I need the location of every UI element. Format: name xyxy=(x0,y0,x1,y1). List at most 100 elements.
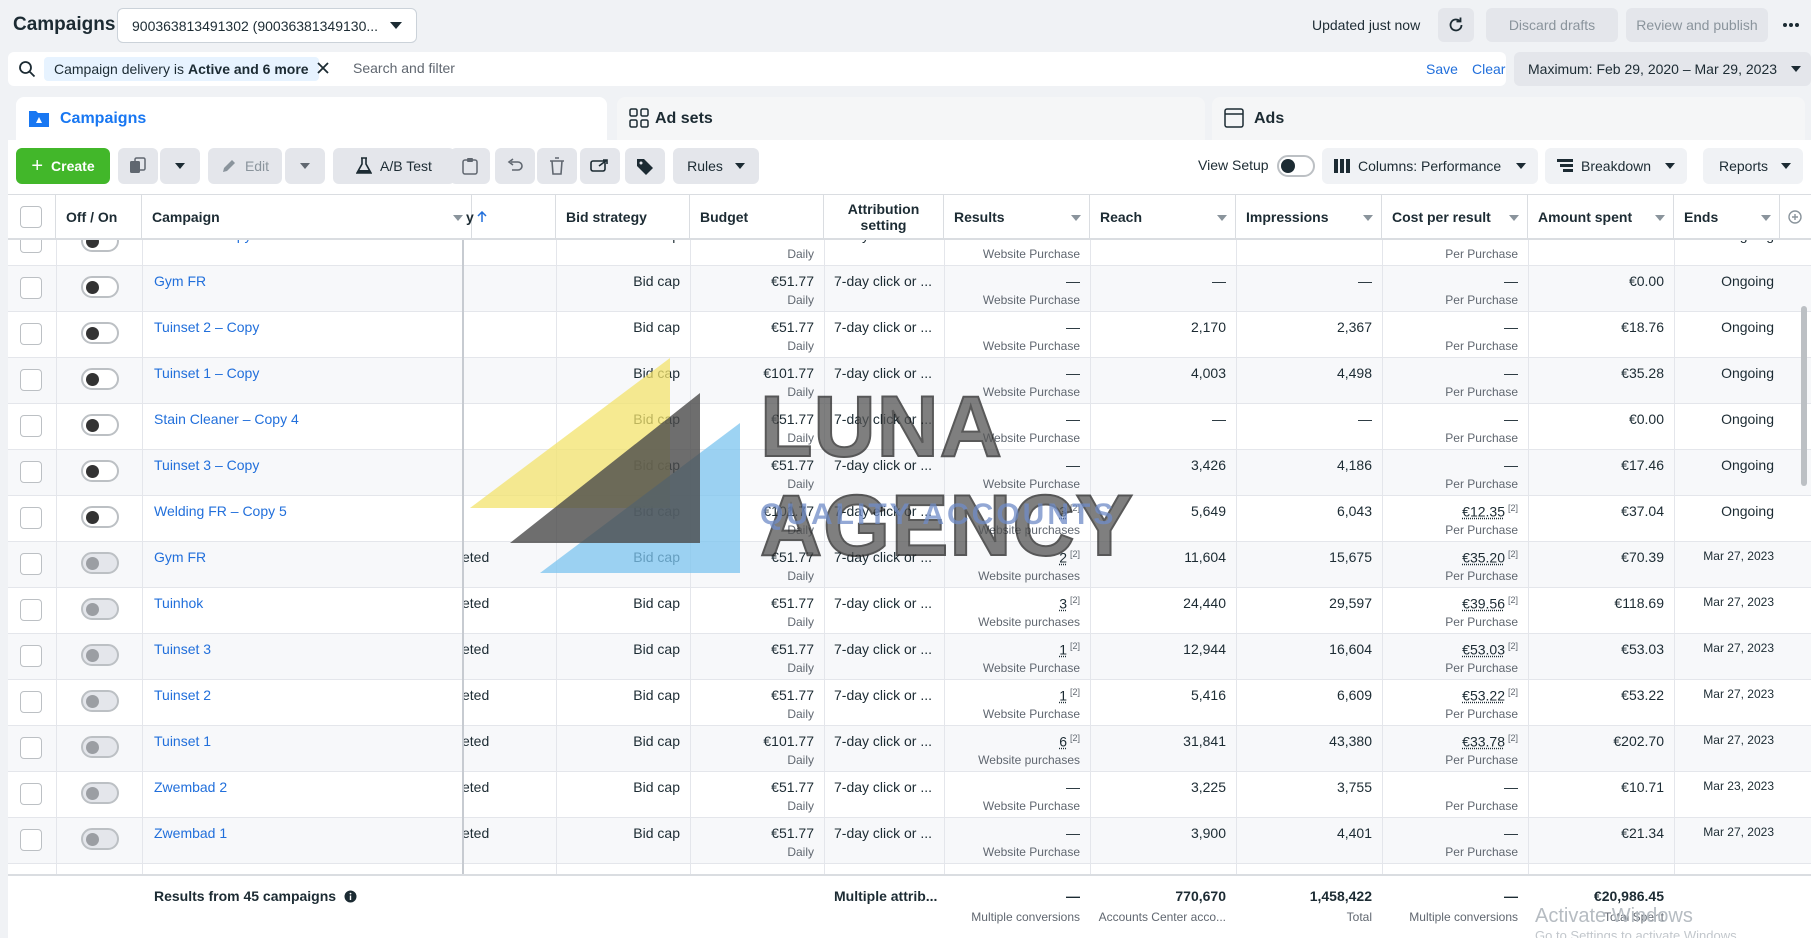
row-checkbox[interactable] xyxy=(20,783,42,805)
header-budget[interactable]: Budget xyxy=(690,195,824,239)
campaign-toggle[interactable] xyxy=(81,644,119,666)
campaign-toggle[interactable] xyxy=(81,414,119,436)
row-checkbox[interactable] xyxy=(20,277,42,299)
header-bid-strategy[interactable]: Bid strategy xyxy=(556,195,690,239)
clear-filter-link[interactable]: Clear xyxy=(1472,61,1505,77)
results-number[interactable]: 3 xyxy=(1059,596,1067,612)
campaign-toggle[interactable] xyxy=(81,506,119,528)
row-checkbox[interactable] xyxy=(20,553,42,575)
header-campaign[interactable]: Campaign xyxy=(142,195,472,239)
tab-ad-sets[interactable]: Ad sets xyxy=(617,97,1205,141)
cpr-number[interactable]: €39.56 xyxy=(1462,596,1505,612)
edit-dropdown-button[interactable] xyxy=(285,148,325,184)
table-row[interactable]: Tuinset 3 – Copy Bid cap €51.77 Daily 7-… xyxy=(8,450,1811,496)
results-number[interactable]: 1 xyxy=(1059,688,1067,704)
review-publish-button[interactable]: Review and publish xyxy=(1626,8,1768,42)
add-column-button[interactable] xyxy=(1780,195,1811,239)
table-row[interactable]: Zwembad 1 eted Bid cap €51.77 Daily 7-da… xyxy=(8,818,1811,864)
discard-drafts-button[interactable]: Discard drafts xyxy=(1486,8,1618,42)
campaign-toggle[interactable] xyxy=(81,368,119,390)
row-checkbox[interactable] xyxy=(20,737,42,759)
table-row[interactable]: Zwembad 2 eted Bid cap €51.77 Daily 7-da… xyxy=(8,772,1811,818)
results-number[interactable]: 6 xyxy=(1059,734,1067,750)
table-row[interactable]: Tuinset 1 – Copy Bid cap €101.77 Daily 7… xyxy=(8,358,1811,404)
row-checkbox[interactable] xyxy=(20,599,42,621)
campaign-name-link[interactable]: Tuinset 1 – Copy xyxy=(154,365,259,381)
campaign-name-link[interactable]: Tuinset 2 – Copy xyxy=(154,319,259,335)
row-checkbox[interactable] xyxy=(20,415,42,437)
campaign-toggle[interactable] xyxy=(81,276,119,298)
cpr-number[interactable]: €12.35 xyxy=(1462,504,1505,520)
campaign-toggle[interactable] xyxy=(81,782,119,804)
campaign-name-link[interactable]: Tuinset 2 xyxy=(154,687,211,703)
duplicate-button[interactable] xyxy=(118,148,158,184)
cpr-number[interactable]: €35.20 xyxy=(1462,550,1505,566)
cpr-number[interactable]: €33.78 xyxy=(1462,734,1505,750)
campaign-name-link[interactable]: Tuinset 3 – Copy xyxy=(154,457,259,473)
delete-button[interactable] xyxy=(537,148,577,184)
campaign-name-link[interactable]: Gym FR xyxy=(154,273,206,289)
table-row[interactable]: Gym FR Bid cap €51.77 Daily 7-day click … xyxy=(8,266,1811,312)
campaign-toggle[interactable] xyxy=(81,598,119,620)
export-button[interactable] xyxy=(580,148,620,184)
results-number[interactable]: 3 xyxy=(1059,504,1067,520)
table-row[interactable]: Tuinhok eted Bid cap €51.77 Daily 7-day … xyxy=(8,588,1811,634)
campaign-toggle[interactable] xyxy=(81,690,119,712)
header-cost-per-result[interactable]: Cost per result xyxy=(1382,195,1528,239)
table-row[interactable]: Tuinset 2 – Copy Bid cap €51.77 Daily 7-… xyxy=(8,312,1811,358)
rules-button[interactable]: Rules xyxy=(673,148,759,184)
row-checkbox[interactable] xyxy=(20,461,42,483)
table-row[interactable]: Tuinset 2 eted Bid cap €51.77 Daily 7-da… xyxy=(8,680,1811,726)
campaign-name-link[interactable]: Zwembad 1 xyxy=(154,825,227,841)
header-reach[interactable]: Reach xyxy=(1090,195,1236,239)
header-off-on[interactable]: Off / On xyxy=(56,195,142,239)
campaign-toggle[interactable] xyxy=(81,736,119,758)
tag-button[interactable] xyxy=(625,148,665,184)
campaign-toggle[interactable] xyxy=(81,828,119,850)
row-checkbox[interactable] xyxy=(20,829,42,851)
row-checkbox[interactable] xyxy=(20,691,42,713)
scrollbar-thumb[interactable] xyxy=(1801,306,1807,486)
reports-button[interactable]: Reports xyxy=(1703,148,1803,184)
row-checkbox[interactable] xyxy=(20,645,42,667)
campaign-name-link[interactable]: Stain Cleaner – Copy 4 xyxy=(154,411,299,427)
account-selector[interactable]: 900363813491302 (90036381349130... xyxy=(117,8,417,43)
campaign-name-link[interactable]: Tuinset 1 xyxy=(154,733,211,749)
results-number[interactable]: 2 xyxy=(1059,550,1067,566)
table-row[interactable]: Tuinset 1 eted Bid cap €101.77 Daily 7-d… xyxy=(8,726,1811,772)
search-filter-bar[interactable]: Campaign delivery is Active and 6 more S… xyxy=(8,52,1506,86)
table-row[interactable]: Stain Cleaner – Copy 4 Bid cap €51.77 Da… xyxy=(8,404,1811,450)
columns-button[interactable]: Columns: Performance xyxy=(1322,148,1538,184)
edit-button[interactable]: Edit xyxy=(208,148,282,184)
row-checkbox[interactable] xyxy=(20,507,42,529)
undo-button[interactable] xyxy=(495,148,535,184)
ab-test-button[interactable]: A/B Test xyxy=(333,148,455,184)
more-options-button[interactable] xyxy=(1774,8,1808,42)
campaign-name-link[interactable]: Tuinset 3 xyxy=(154,641,211,657)
campaign-name-link[interactable]: Gym FR xyxy=(154,549,206,565)
header-impressions[interactable]: Impressions xyxy=(1236,195,1382,239)
create-button[interactable]: + Create xyxy=(16,148,110,184)
header-results[interactable]: Results xyxy=(944,195,1090,239)
campaign-toggle[interactable] xyxy=(81,322,119,344)
row-checkbox[interactable] xyxy=(20,369,42,391)
clipboard-button[interactable] xyxy=(450,148,490,184)
row-checkbox[interactable] xyxy=(20,323,42,345)
filter-chip[interactable]: Campaign delivery is Active and 6 more xyxy=(44,57,319,81)
table-row[interactable]: Gym FR eted Bid cap €51.77 Daily 7-day c… xyxy=(8,542,1811,588)
tab-campaigns[interactable]: Campaigns xyxy=(16,97,607,141)
table-row[interactable]: Welding FR – Copy 5 Bid cap €101.77 Dail… xyxy=(8,496,1811,542)
results-number[interactable]: 1 xyxy=(1059,642,1067,658)
close-icon[interactable] xyxy=(316,61,330,75)
cpr-number[interactable]: €53.22 xyxy=(1462,688,1505,704)
campaign-name-link[interactable]: Tuinhok xyxy=(154,595,203,611)
save-filter-link[interactable]: Save xyxy=(1426,61,1458,77)
campaign-name-link[interactable]: Welding FR – Copy 5 xyxy=(154,503,287,519)
select-all-checkbox[interactable] xyxy=(20,206,42,228)
campaign-toggle[interactable] xyxy=(81,552,119,574)
table-scrollbar[interactable] xyxy=(1799,240,1809,680)
cpr-number[interactable]: €53.03 xyxy=(1462,642,1505,658)
header-ends[interactable]: Ends xyxy=(1674,195,1780,239)
tab-ads[interactable]: Ads xyxy=(1212,97,1805,141)
date-range-picker[interactable]: Maximum: Feb 29, 2020 – Mar 29, 2023 xyxy=(1514,52,1811,86)
